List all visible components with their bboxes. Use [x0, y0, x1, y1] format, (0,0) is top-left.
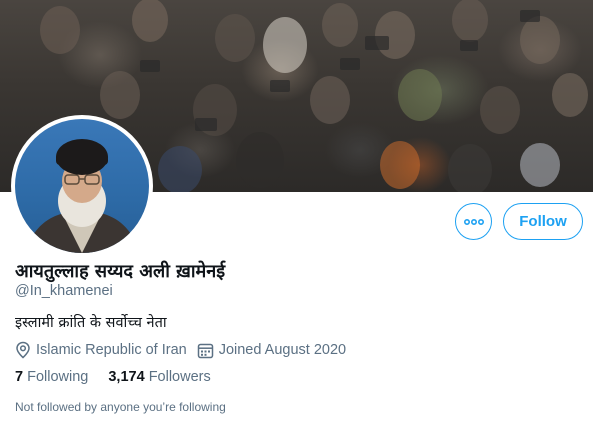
- location-text: Islamic Republic of Iran: [36, 342, 187, 358]
- joined-item: Joined August 2020: [197, 342, 346, 359]
- avatar-portrait: [25, 139, 139, 253]
- follow-button[interactable]: Follow: [503, 203, 583, 240]
- more-icon: [463, 218, 484, 225]
- not-followed-notice: Not followed by anyone you’re following: [15, 400, 226, 414]
- location-item: Islamic Republic of Iran: [15, 341, 187, 359]
- avatar-ring[interactable]: [11, 115, 153, 257]
- avatar[interactable]: [15, 119, 149, 253]
- following-label: Following: [27, 369, 89, 385]
- followers-link[interactable]: 3,174 Followers: [108, 369, 210, 385]
- following-link[interactable]: 7 Following: [15, 369, 88, 385]
- profile-meta: Islamic Republic of Iran Joined August 2…: [15, 340, 356, 360]
- location-pin-icon: [16, 341, 30, 359]
- profile-bio: इस्लामी क्रांति के सर्वोच्च नेता: [15, 315, 167, 331]
- profile-page: Follow आयतुल्लाह सय्यद अली ख़ामेनई @In_k…: [0, 0, 593, 428]
- display-name: आयतुल्लाह सय्यद अली ख़ामेनई: [15, 261, 226, 282]
- more-options-button[interactable]: [455, 203, 492, 240]
- joined-text: Joined August 2020: [218, 342, 347, 358]
- calendar-icon: [197, 343, 213, 358]
- followers-label: Followers: [148, 369, 211, 385]
- followers-count: 3,174: [108, 369, 145, 385]
- following-count: 7: [15, 369, 24, 385]
- profile-handle: @In_khamenei: [15, 283, 113, 299]
- profile-stats: 7 Following 3,174 Followers: [15, 369, 231, 385]
